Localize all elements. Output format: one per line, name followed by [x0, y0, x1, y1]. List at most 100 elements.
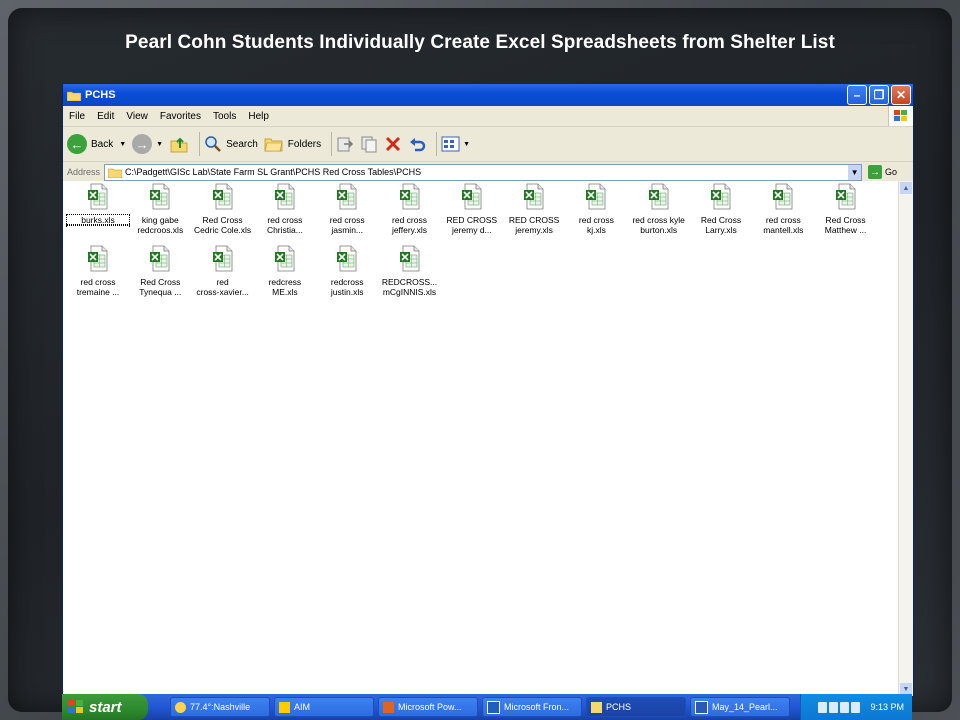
- copy-to-icon: [361, 136, 377, 153]
- excel-file-icon: [212, 183, 232, 210]
- menu-view[interactable]: View: [120, 111, 154, 122]
- file-item[interactable]: red cross jasmin...: [316, 183, 378, 235]
- taskbar-item-pchs[interactable]: PCHS: [586, 697, 686, 717]
- file-item[interactable]: RED CROSS jeremy d...: [441, 183, 503, 235]
- taskbar-item-aim[interactable]: AIM: [274, 697, 374, 717]
- file-label-line2: redcroos.xls: [137, 225, 184, 235]
- toolbar-separator: [331, 132, 333, 156]
- start-label: start: [89, 698, 122, 716]
- file-label-line2: jasmin...: [331, 225, 364, 235]
- file-item[interactable]: Red Cross Tynequa ...: [129, 245, 191, 297]
- file-item[interactable]: red cross-xavier...: [192, 245, 254, 297]
- taskbar-item-weather[interactable]: 77.4°:Nashville: [170, 697, 270, 717]
- file-item[interactable]: REDCROSS... mCgINNIS.xls: [379, 245, 441, 297]
- forward-dropdown-icon[interactable]: ▼: [156, 141, 163, 148]
- folder-icon: [108, 168, 123, 178]
- file-item[interactable]: king gabe redcroos.xls: [129, 183, 191, 235]
- weather-icon: [175, 701, 186, 713]
- explorer-window: PCHS – ❐ ✕ File Edit View Favorites Tool…: [62, 83, 914, 697]
- excel-file-icon: [711, 183, 731, 210]
- forward-button[interactable]: → ▼: [132, 134, 163, 154]
- views-button[interactable]: ▼: [441, 135, 470, 153]
- file-label-line1: red cross kyle: [632, 215, 685, 225]
- maximize-button[interactable]: ❐: [869, 85, 889, 105]
- slide-title: Pearl Cohn Students Individually Create …: [125, 32, 835, 53]
- scroll-up-icon[interactable]: ▲: [900, 182, 912, 194]
- file-item[interactable]: red cross jeffery.xls: [379, 183, 441, 235]
- file-item[interactable]: Red Cross Matthew ...: [815, 183, 877, 235]
- excel-file-icon: [461, 183, 482, 210]
- address-dropdown-icon[interactable]: ▼: [848, 164, 862, 180]
- file-item[interactable]: red cross Christia...: [254, 183, 316, 235]
- file-item[interactable]: red cross tremaine ...: [67, 245, 129, 297]
- vertical-scrollbar[interactable]: ▲ ▼: [898, 181, 913, 696]
- file-list-pane[interactable]: burks.xls king gabe redcroos.xls Red Cross C…: [63, 181, 899, 696]
- excel-file-icon: [274, 183, 295, 210]
- excel-file-icon: [773, 183, 793, 210]
- delete-button[interactable]: [384, 135, 402, 153]
- search-button[interactable]: Search: [204, 135, 258, 153]
- back-button[interactable]: ← Back ▼: [67, 134, 126, 154]
- move-to-button[interactable]: [336, 135, 354, 153]
- menu-help[interactable]: Help: [242, 111, 275, 122]
- tray-icon[interactable]: [829, 701, 839, 713]
- excel-file-icon: [88, 245, 108, 272]
- file-label-line1: red cross: [765, 215, 801, 225]
- clock[interactable]: 9:13 PM: [870, 702, 904, 712]
- file-item[interactable]: redcress ME.xls: [254, 245, 316, 297]
- views-dropdown-icon: ▼: [463, 140, 471, 148]
- menu-favorites[interactable]: Favorites: [154, 111, 207, 122]
- window-titlebar[interactable]: PCHS – ❐ ✕: [63, 84, 913, 106]
- taskbar-item-label: Microsoft Pow...: [398, 702, 462, 712]
- excel-file-icon: [337, 245, 357, 272]
- start-button[interactable]: start: [62, 694, 148, 720]
- file-item[interactable]: RED CROSS jeremy.xls: [503, 183, 565, 235]
- excel-file-icon: [88, 183, 108, 210]
- file-item[interactable]: Red Cross Cedric Cole.xls: [192, 183, 254, 235]
- file-item[interactable]: burks.xls: [66, 183, 130, 226]
- file-label-line2: justin.xls: [330, 287, 364, 297]
- excel-file-icon: [212, 245, 232, 272]
- up-folder-button[interactable]: [169, 134, 189, 154]
- tray-icon[interactable]: [818, 701, 828, 713]
- file-label-line2: mCgINNIS.xls: [382, 287, 437, 297]
- file-label-line2: Larry.xls: [705, 225, 737, 235]
- word-icon: [695, 700, 708, 714]
- file-label-line2: tremaine ...: [76, 287, 120, 297]
- file-label-line2: ME.xls: [272, 287, 298, 297]
- taskbar-item-frontpage[interactable]: Microsoft Fron...: [482, 697, 582, 717]
- file-label-line1: burks.xls: [66, 214, 130, 226]
- back-dropdown-icon[interactable]: ▼: [119, 141, 126, 148]
- file-item[interactable]: red cross kyle burton.xls: [628, 183, 690, 235]
- file-label-line2: jeremy d...: [451, 225, 492, 235]
- excel-file-icon: [648, 183, 669, 210]
- file-label-line1: Red Cross: [825, 215, 866, 225]
- toolbar-separator: [436, 132, 438, 156]
- minimize-button[interactable]: –: [847, 85, 867, 105]
- file-item[interactable]: Red Cross Larry.xls: [690, 183, 752, 235]
- file-label-line1: red: [216, 277, 229, 287]
- close-button[interactable]: ✕: [891, 85, 911, 105]
- file-item[interactable]: red cross mantell.xls: [752, 183, 814, 235]
- taskbar-item-powerpoint[interactable]: Microsoft Pow...: [378, 697, 478, 717]
- powerpoint-icon: [383, 701, 394, 713]
- file-label-line2: mantell.xls: [763, 225, 804, 235]
- folders-button[interactable]: Folders: [264, 135, 321, 153]
- menu-tools[interactable]: Tools: [207, 111, 242, 122]
- address-input[interactable]: C:\Padgett\GISc Lab\State Farm SL Grant\…: [104, 163, 863, 181]
- file-item[interactable]: redcross justin.xls: [316, 245, 378, 297]
- undo-button[interactable]: [408, 135, 426, 153]
- menu-file[interactable]: File: [63, 111, 91, 122]
- search-icon: [205, 136, 221, 152]
- file-label-line1: red cross: [267, 215, 303, 225]
- go-button[interactable]: → Go: [868, 165, 897, 179]
- taskbar-item-word[interactable]: May_14_Pearl...: [690, 697, 790, 717]
- menu-edit[interactable]: Edit: [91, 111, 120, 122]
- file-label-line1: red cross: [392, 215, 427, 225]
- copy-to-button[interactable]: [360, 135, 378, 153]
- tray-icon[interactable]: [851, 701, 861, 713]
- tray-icon[interactable]: [840, 701, 850, 713]
- folders-icon: [264, 138, 283, 152]
- file-item[interactable]: red cross kj.xls: [565, 183, 627, 235]
- forward-arrow-icon: →: [132, 134, 153, 154]
